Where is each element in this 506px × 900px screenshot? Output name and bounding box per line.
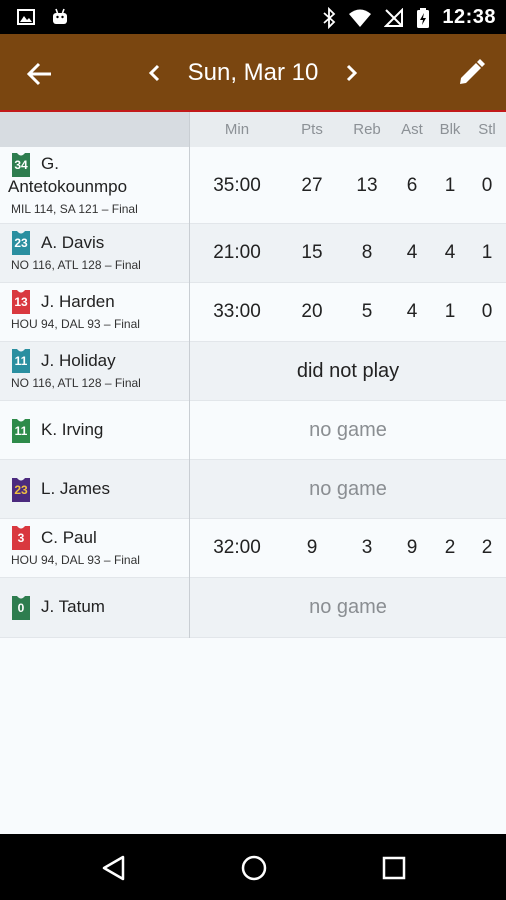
- pencil-icon[interactable]: [456, 58, 486, 88]
- table-row[interactable]: 11 J. Holiday NO 116, ATL 128 – Final di…: [0, 342, 506, 401]
- stat-reb: 13: [356, 175, 378, 196]
- stat-min: 35:00: [213, 175, 261, 196]
- player-name: L. James: [41, 479, 110, 498]
- status-message: no game: [309, 596, 387, 618]
- table-row[interactable]: 11 K. Irving no game: [0, 401, 506, 460]
- table-header: Min Pts Reb Ast Blk Stl: [0, 112, 506, 147]
- stat-blk: 1: [444, 175, 456, 196]
- android-notification-icon: [53, 8, 67, 24]
- stat-stl: 2: [481, 537, 493, 558]
- stat-pts: 9: [306, 537, 318, 558]
- player-name: J. Tatum: [41, 597, 105, 616]
- stat-blk: 2: [444, 537, 456, 558]
- stat-ast: 4: [406, 301, 418, 322]
- jersey-icon: 34: [8, 151, 34, 177]
- name-column-header: [0, 112, 189, 147]
- battery-icon: [417, 7, 430, 28]
- game-info: MIL 114, SA 121 – Final: [11, 202, 138, 216]
- date-title[interactable]: Sun, Mar 10: [170, 59, 336, 87]
- home-circle-icon[interactable]: [239, 853, 269, 883]
- wifi-icon: [349, 9, 372, 27]
- image-notification-icon: [17, 9, 35, 25]
- stat-pts: 20: [301, 301, 323, 322]
- game-info: HOU 94, DAL 93 – Final: [11, 317, 140, 331]
- table-row[interactable]: 34 G. Antetokounmpo MIL 114, SA 121 – Fi…: [0, 147, 506, 224]
- app-bar: Sun, Mar 10: [0, 34, 506, 112]
- stat-ast: 4: [406, 242, 418, 263]
- stat-pts: 15: [301, 242, 323, 263]
- chevron-left-icon[interactable]: [146, 62, 164, 84]
- player-name: A. Davis: [41, 233, 105, 252]
- player-name: J. Holiday: [41, 351, 116, 370]
- navigation-bar: [0, 834, 506, 900]
- game-info: HOU 94, DAL 93 – Final: [11, 553, 140, 567]
- col-blk[interactable]: Blk: [433, 121, 467, 138]
- status-message: no game: [309, 478, 387, 500]
- bluetooth-icon: [323, 6, 336, 29]
- stat-ast: 6: [406, 175, 418, 196]
- status-message: did not play: [296, 360, 400, 382]
- table-row[interactable]: 23 L. James no game: [0, 460, 506, 519]
- stats-table: Min Pts Reb Ast Blk Stl 34 G. Antetokoun…: [0, 112, 506, 834]
- jersey-icon: 11: [8, 347, 34, 373]
- stat-ast: 9: [406, 537, 418, 558]
- stat-reb: 8: [361, 242, 373, 263]
- stat-reb: 3: [361, 537, 373, 558]
- col-ast[interactable]: Ast: [395, 121, 429, 138]
- clock: 12:38: [442, 6, 496, 28]
- jersey-icon: 23: [8, 476, 34, 502]
- jersey-icon: 3: [8, 524, 34, 550]
- status-bar: 12:38: [0, 0, 506, 34]
- table-row[interactable]: 3 C. Paul HOU 94, DAL 93 – Final 32:00 9…: [0, 519, 506, 578]
- player-name: K. Irving: [41, 420, 104, 439]
- table-row[interactable]: 13 J. Harden HOU 94, DAL 93 – Final 33:0…: [0, 283, 506, 342]
- col-reb[interactable]: Reb: [349, 121, 385, 138]
- jersey-icon: 11: [8, 417, 34, 443]
- player-name: G.: [41, 154, 59, 173]
- column-divider: [189, 112, 190, 638]
- status-message: no game: [309, 419, 387, 441]
- player-name-cont: Antetokounmpo: [8, 177, 128, 196]
- game-info: NO 116, ATL 128 – Final: [11, 376, 141, 390]
- signal-icon: [384, 7, 404, 27]
- table-row[interactable]: 0 J. Tatum no game: [0, 578, 506, 638]
- chevron-right-icon[interactable]: [342, 62, 360, 84]
- game-info: NO 116, ATL 128 – Final: [11, 258, 141, 272]
- col-stl[interactable]: Stl: [472, 121, 502, 138]
- jersey-icon: 13: [8, 288, 34, 314]
- stat-blk: 1: [444, 301, 456, 322]
- stat-stl: 0: [481, 301, 493, 322]
- col-min[interactable]: Min: [216, 121, 258, 138]
- stat-min: 32:00: [213, 537, 261, 558]
- stat-stl: 1: [481, 242, 493, 263]
- stat-pts: 27: [301, 175, 323, 196]
- stat-reb: 5: [361, 301, 373, 322]
- stat-min: 33:00: [213, 301, 261, 322]
- arrow-left-icon[interactable]: [24, 58, 56, 90]
- stat-blk: 4: [444, 242, 456, 263]
- player-name: J. Harden: [41, 292, 115, 311]
- col-pts[interactable]: Pts: [294, 121, 330, 138]
- player-name: C. Paul: [41, 528, 97, 547]
- stat-stl: 0: [481, 175, 493, 196]
- jersey-icon: 0: [8, 594, 34, 620]
- back-triangle-icon[interactable]: [99, 853, 129, 883]
- jersey-icon: 23: [8, 229, 34, 255]
- table-row[interactable]: 23 A. Davis NO 116, ATL 128 – Final 21:0…: [0, 224, 506, 283]
- stat-min: 21:00: [213, 242, 261, 263]
- recents-square-icon[interactable]: [379, 853, 409, 883]
